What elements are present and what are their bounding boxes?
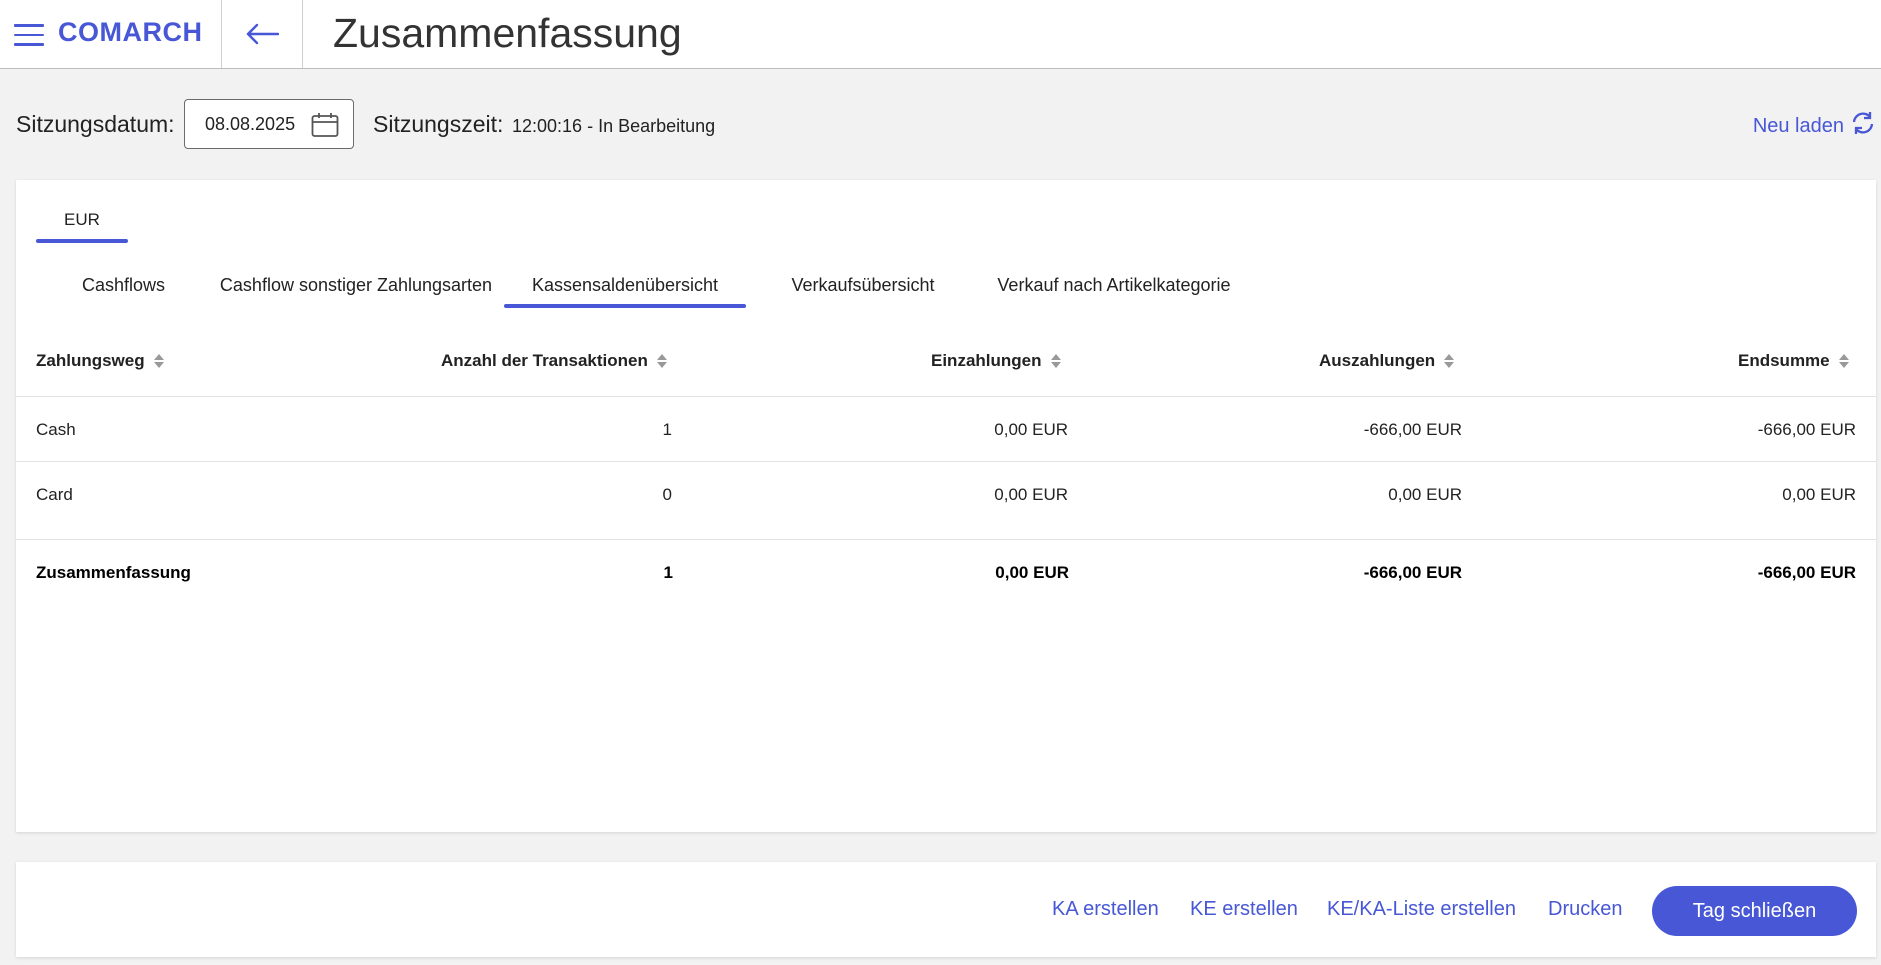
cell-deposits: 0,00 EUR — [994, 485, 1068, 504]
table-divider — [16, 461, 1876, 462]
summary-total: -666,00 EUR — [1757, 563, 1856, 582]
table-divider — [16, 539, 1876, 540]
session-bar: Sitzungsdatum: 08.08.2025 Sitzungszeit: … — [16, 99, 1876, 149]
cell-transaction-count: 1 — [662, 420, 672, 439]
summary-transaction-count: 1 — [663, 563, 673, 582]
column-header-label: Einzahlungen — [931, 351, 1042, 370]
column-header-label: Endsumme — [1738, 351, 1830, 370]
print-link[interactable]: Drucken — [1548, 898, 1622, 921]
column-header-label: Anzahl der Transaktionen — [441, 351, 648, 370]
tab-kassensaldenuebersicht[interactable]: Kassensaldenübersicht — [504, 275, 746, 296]
ka-create-link[interactable]: KA erstellen — [1052, 898, 1159, 921]
session-time-value: 12:00:16 - In Bearbeitung — [512, 116, 716, 136]
cell-payment-method: Cash — [36, 420, 76, 439]
reload-label: Neu laden — [1752, 114, 1844, 137]
logo: COMARCH — [58, 17, 203, 47]
divider — [302, 0, 303, 68]
summary-card: EUR Cashflows Cashflow sonstiger Zahlung… — [16, 180, 1876, 832]
page-title: Zusammenfassung — [333, 10, 682, 56]
cell-total: 0,00 EUR — [1782, 485, 1856, 504]
ke-ka-list-link[interactable]: KE/KA-Liste erstellen — [1327, 898, 1516, 921]
sort-icon — [1050, 354, 1061, 368]
tab-verkaufsuebersicht[interactable]: Verkaufsübersicht — [768, 275, 958, 296]
table-divider — [16, 396, 1876, 397]
cell-withdrawals: -666,00 EUR — [1363, 420, 1462, 439]
hamburger-menu-icon[interactable] — [14, 24, 44, 46]
sort-icon — [656, 354, 667, 368]
calendar-icon[interactable] — [311, 112, 339, 143]
ke-create-link[interactable]: KE erstellen — [1190, 898, 1298, 921]
tab-cashflows[interactable]: Cashflows — [66, 275, 181, 296]
summary-deposits: 0,00 EUR — [995, 563, 1069, 582]
column-header-label: Auszahlungen — [1319, 351, 1436, 370]
top-bar: COMARCH Zusammenfassung — [0, 0, 1881, 69]
close-day-button[interactable]: Tag schließen — [1652, 886, 1857, 936]
tab-verkauf-artikelkategorie[interactable]: Verkauf nach Artikelkategorie — [974, 275, 1254, 296]
session-date-value: 08.08.2025 — [205, 113, 296, 134]
session-date-picker[interactable]: 08.08.2025 — [184, 99, 354, 149]
refresh-icon — [1850, 111, 1876, 141]
column-header-endsumme[interactable]: Endsumme — [1738, 351, 1850, 371]
column-header-einzahlungen[interactable]: Einzahlungen — [931, 351, 1062, 371]
back-arrow-icon[interactable] — [222, 0, 302, 68]
reload-button[interactable]: Neu laden — [1753, 111, 1876, 141]
tab-cashflow-other-payments[interactable]: Cashflow sonstiger Zahlungsarten — [206, 275, 506, 296]
sort-icon — [153, 354, 164, 368]
cell-withdrawals: 0,00 EUR — [1388, 485, 1462, 504]
cell-payment-method: Card — [36, 485, 73, 504]
sort-icon — [1444, 354, 1455, 368]
column-header-label: Zahlungsweg — [36, 351, 145, 370]
column-header-zahlungsweg[interactable]: Zahlungsweg — [36, 351, 165, 371]
action-bar: KA erstellen KE erstellen KE/KA-Liste er… — [16, 862, 1876, 957]
cell-total: -666,00 EUR — [1757, 420, 1856, 439]
sort-icon — [1838, 354, 1849, 368]
session-time-label: Sitzungszeit: — [373, 111, 504, 137]
active-tab-indicator — [504, 304, 746, 308]
active-currency-indicator — [36, 239, 128, 243]
column-header-auszahlungen[interactable]: Auszahlungen — [1319, 351, 1455, 371]
summary-label: Zusammenfassung — [36, 563, 191, 582]
cell-transaction-count: 0 — [662, 485, 672, 504]
currency-tab-eur[interactable]: EUR — [36, 210, 128, 230]
summary-withdrawals: -666,00 EUR — [1363, 563, 1462, 582]
column-header-anzahl[interactable]: Anzahl der Transaktionen — [441, 351, 668, 371]
session-date-label: Sitzungsdatum: — [16, 111, 175, 137]
cell-deposits: 0,00 EUR — [994, 420, 1068, 439]
